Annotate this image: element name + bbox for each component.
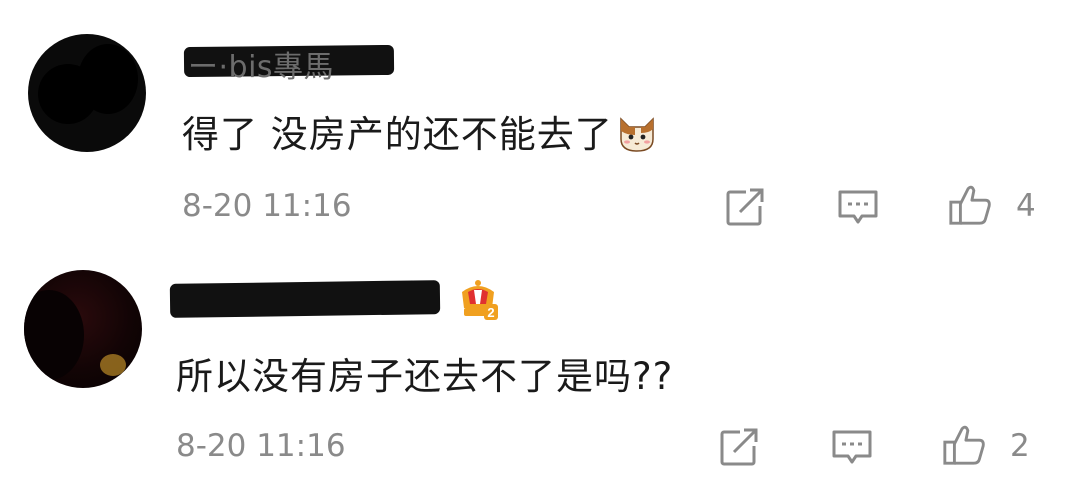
comment-item: 2 所以没有房子还去不了是吗?? 8-20 11:16 2 — [0, 242, 1065, 485]
like-count: 4 — [1016, 188, 1036, 224]
svg-text:2: 2 — [487, 305, 494, 320]
like-count: 2 — [1010, 428, 1030, 464]
comment-text: 所以没有房子还去不了是吗?? — [176, 355, 674, 398]
reply-button[interactable] — [829, 424, 875, 470]
avatar-badge — [100, 354, 126, 376]
username-redaction — [169, 280, 441, 318]
share-icon — [720, 426, 760, 466]
cat-face-emoji-icon — [620, 117, 654, 152]
timestamp: 8-20 11:16 — [176, 428, 346, 464]
thumbs-up-icon — [943, 425, 985, 465]
avatar[interactable] — [28, 34, 146, 152]
crown-vip-icon: 2 — [462, 280, 498, 320]
share-button[interactable] — [722, 184, 768, 230]
comment-text: 得了 没房产的还不能去了 — [182, 104, 657, 158]
reply-button[interactable] — [835, 184, 881, 230]
like-button[interactable] — [941, 422, 987, 468]
share-button[interactable] — [716, 424, 762, 470]
share-icon — [726, 186, 766, 226]
comment-item: ー·bis專馬 得了 没房产的还不能去了 8-20 11:16 4 — [0, 0, 1065, 242]
like-button[interactable] — [947, 182, 993, 228]
timestamp: 8-20 11:16 — [182, 188, 352, 224]
comment-icon — [832, 430, 872, 464]
thumbs-up-icon — [949, 185, 991, 225]
username[interactable]: ー·bis專馬 — [188, 42, 334, 86]
comment-icon — [838, 190, 878, 224]
